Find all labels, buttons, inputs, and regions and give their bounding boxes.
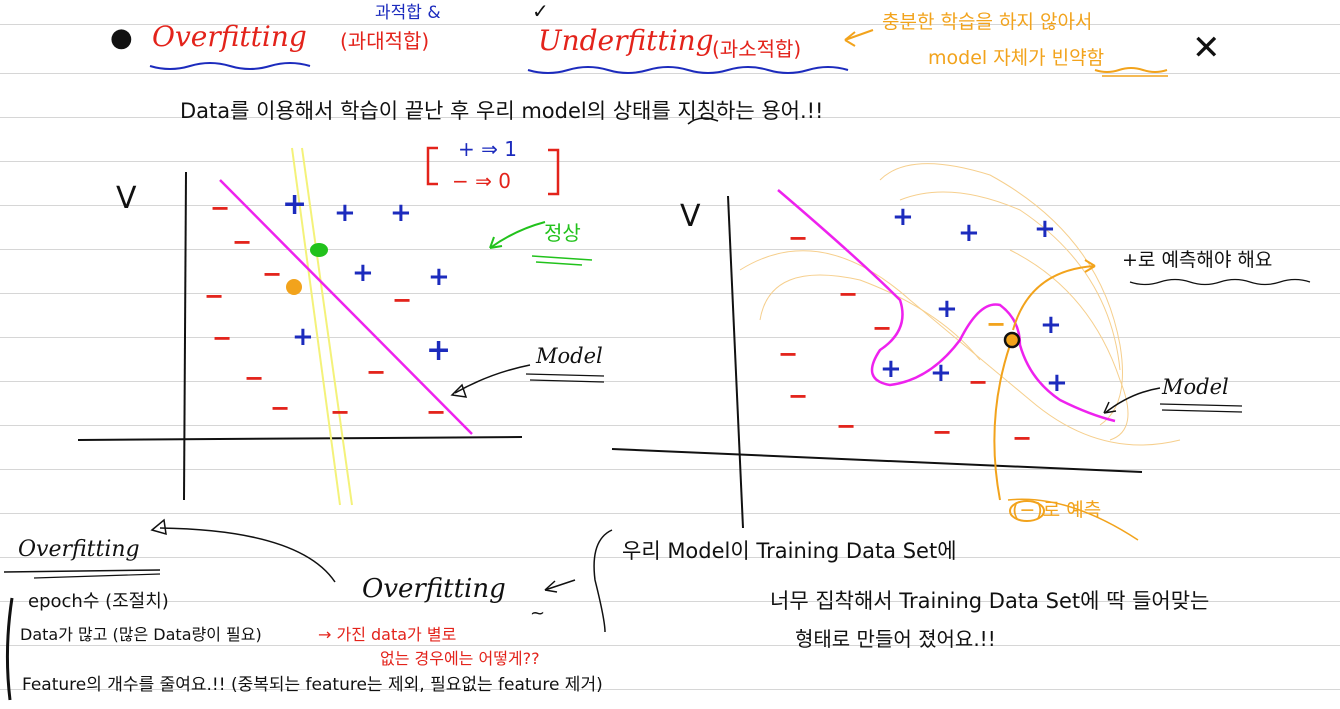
minus-mark: −	[212, 324, 233, 352]
minus-mark: −	[232, 228, 253, 256]
minus-mark: −	[838, 280, 859, 308]
plus-mark: +	[930, 358, 952, 388]
underfitting-underline	[527, 66, 849, 74]
legend-bracket-left	[426, 146, 438, 186]
plus-mark: +	[426, 333, 452, 368]
legend-minus: − ⇒ 0	[452, 169, 511, 193]
plus-mark: +	[390, 198, 412, 228]
minus-mark: −	[330, 398, 351, 426]
minus-mark: −	[788, 224, 809, 252]
test-point	[1003, 331, 1021, 349]
plus-mark: +	[958, 218, 980, 248]
plus-mark: +	[936, 294, 958, 324]
minus-mark: −	[788, 382, 809, 410]
solution-item-data: Data가 많고 (많은 Data량이 필요)	[20, 625, 262, 644]
cross-mark: ✕	[1192, 28, 1221, 68]
overfitting-korean: (과대적합)	[340, 29, 430, 53]
overfitting-title: Overfitting	[152, 20, 307, 53]
minus-mark: −	[778, 340, 799, 368]
note-arrow-line	[844, 29, 874, 41]
plus-mark: +	[292, 322, 314, 352]
predict-minus-label: (−)로 예측	[1012, 499, 1102, 521]
plus-mark: +	[1046, 368, 1068, 398]
minus-mark: −	[426, 398, 447, 426]
orange-point	[286, 279, 302, 295]
definition-text: Data를 이용해서 학습이 끝난 후 우리 model의 상태를 지칭하는 용…	[180, 99, 824, 123]
minus-mark: −	[262, 260, 283, 288]
tilde-mark: ~	[530, 603, 546, 624]
plus-mark: +	[282, 187, 308, 222]
minus-mark: −	[204, 282, 225, 310]
header-bullet: ●	[110, 23, 133, 53]
minus-mark: −	[270, 394, 291, 422]
minus-mark: −	[244, 364, 265, 392]
check-mark: ✓	[532, 0, 549, 23]
minus-mark: −	[210, 194, 231, 222]
solution-item-epoch: epoch수 (조절치)	[28, 591, 169, 612]
legend-bracket-right	[548, 148, 560, 196]
minus-mark: −	[366, 358, 387, 386]
legend-plus: + ⇒ 1	[458, 137, 517, 161]
normal-label: 정상	[544, 221, 581, 245]
solution-item-feature: Feature의 개수를 줄여요.!! (중복되는 feature는 제외, 필…	[22, 675, 603, 695]
predict-plus-label: +로 예측해야 해요	[1122, 249, 1273, 271]
explain-line-3: 형태로 만들어 졌어요.!!	[795, 627, 996, 651]
minus-mark: −	[392, 286, 413, 314]
right-model-label: Model	[1162, 375, 1229, 399]
plus-mark: +	[334, 198, 356, 228]
minus-mark: −	[872, 314, 893, 342]
minus-mark: −	[836, 412, 857, 440]
data-note-1: → 가진 data가 별로	[318, 625, 457, 644]
underfitting-title: Underfitting	[538, 24, 714, 57]
underfitting-korean: (과소적합)	[712, 37, 802, 61]
green-point	[310, 243, 328, 257]
predict-minus-arrow	[993, 344, 1011, 501]
underfitting-note-1: 충분한 학습을 하지 않아서	[882, 11, 1093, 33]
plus-mark: +	[880, 354, 902, 384]
plus-mark: +	[1040, 310, 1062, 340]
explain-line-2: 너무 집착해서 Training Data Set에 딱 들어맞는	[770, 589, 1210, 613]
overfitting-note: 과적합 &	[375, 3, 441, 23]
plus-mark: +	[428, 262, 450, 292]
minus-mark: −	[986, 310, 1007, 338]
bottom-label-underline	[3, 569, 161, 573]
data-note-2: 없는 경우에는 어떻게??	[380, 649, 540, 668]
left-model-label: Model	[536, 344, 603, 368]
right-y-axis	[727, 195, 744, 529]
left-model-arrow	[454, 364, 531, 394]
weak-underline	[1094, 67, 1168, 73]
bottom-overfitting-center: Overfitting	[362, 574, 506, 604]
plus-mark: +	[1034, 214, 1056, 244]
bottom-curve-arrow	[159, 527, 336, 583]
right-y-label: V	[680, 199, 701, 234]
list-bracket	[5, 597, 14, 701]
left-x-axis	[77, 436, 523, 441]
bottom-overfitting-label: Overfitting	[18, 537, 140, 562]
explain-bracket	[593, 529, 613, 633]
right-model-arrow	[1104, 387, 1161, 414]
left-y-axis	[183, 171, 187, 501]
minus-mark: −	[1012, 424, 1033, 452]
minus-mark: −	[932, 418, 953, 446]
minus-mark: −	[968, 368, 989, 396]
underfitting-note-2: model 자체가 빈약함	[928, 47, 1105, 69]
normal-arrow	[489, 221, 546, 249]
right-x-axis	[611, 448, 1143, 473]
explain-line-1: 우리 Model이 Training Data Set에	[622, 539, 957, 563]
overfitting-underline	[149, 62, 311, 70]
left-y-label: V	[116, 181, 137, 216]
plus-mark: +	[892, 202, 914, 232]
plus-mark: +	[352, 258, 374, 288]
